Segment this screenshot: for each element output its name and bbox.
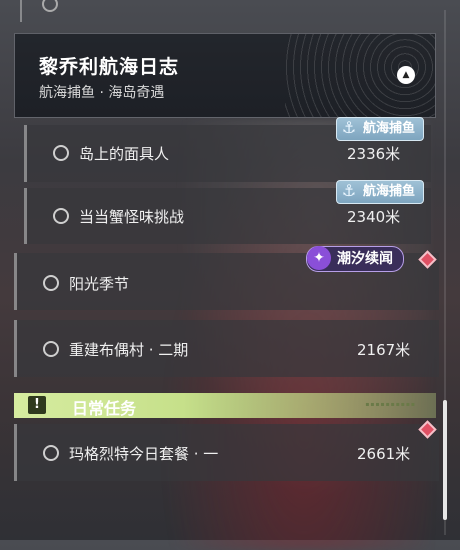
quest-name: 岛上的面具人 [79,145,170,163]
section-title: 日常任务 [72,399,137,418]
fishing-badge-label: 航海捕鱼 [363,184,416,199]
quest-name: 阳光季节 [69,275,130,293]
daily-quests-section-header[interactable]: ! 日常任务 ▪▪▪▪▪▪▪▪▪▪ [14,393,436,418]
quest-status-circle-icon [43,341,59,357]
quest-status-circle-icon [43,445,59,461]
quest-name: 玛格烈特今日套餐 · 一 [69,445,219,463]
tide-story-badge: ✦ 潮汐续闻 [306,246,404,272]
previous-quest-row[interactable] [20,0,432,22]
quest-name: 当当蟹怪味挑战 [79,208,185,226]
quest-status-circle-icon [43,275,59,291]
fishing-anchor-icon: ⚓ [341,181,357,200]
quest-group-subtitle: 航海捕鱼 · 海岛奇遇 [39,85,165,101]
quest-group-title: 黎乔利航海日志 [39,56,180,78]
tide-sparkle-icon: ✦ [307,246,331,270]
fishing-badge-label: 航海捕鱼 [363,121,416,136]
quest-status-circle-icon [42,0,58,12]
quest-status-circle-icon [53,208,69,224]
quest-group-header[interactable]: 黎乔利航海日志 航海捕鱼 · 海岛奇遇 ▲ [14,33,436,118]
quest-distance: 2340米 [347,208,401,226]
fishing-badge: ⚓ 航海捕鱼 [336,117,425,141]
exclamation-icon: ! [28,396,46,414]
section-decoration: ▪▪▪▪▪▪▪▪▪▪ [365,401,416,408]
quest-row[interactable]: 重建布偶村 · 二期 2167米 [14,320,439,377]
scrollbar-thumb[interactable] [443,400,447,520]
quest-name: 重建布偶村 · 二期 [69,341,189,359]
quest-distance: 2661米 [357,445,411,463]
fishing-badge: ⚓ 航海捕鱼 [336,180,425,204]
tide-badge-label: 潮汐续闻 [337,251,393,267]
fishing-anchor-icon: ⚓ [341,118,357,137]
quest-distance: 2336米 [347,145,401,163]
collapse-arrow-icon[interactable]: ▲ [397,66,415,84]
quest-distance: 2167米 [357,341,411,359]
quest-status-circle-icon [53,145,69,161]
quest-row[interactable]: 玛格烈特今日套餐 · 一 2661米 [14,424,439,481]
